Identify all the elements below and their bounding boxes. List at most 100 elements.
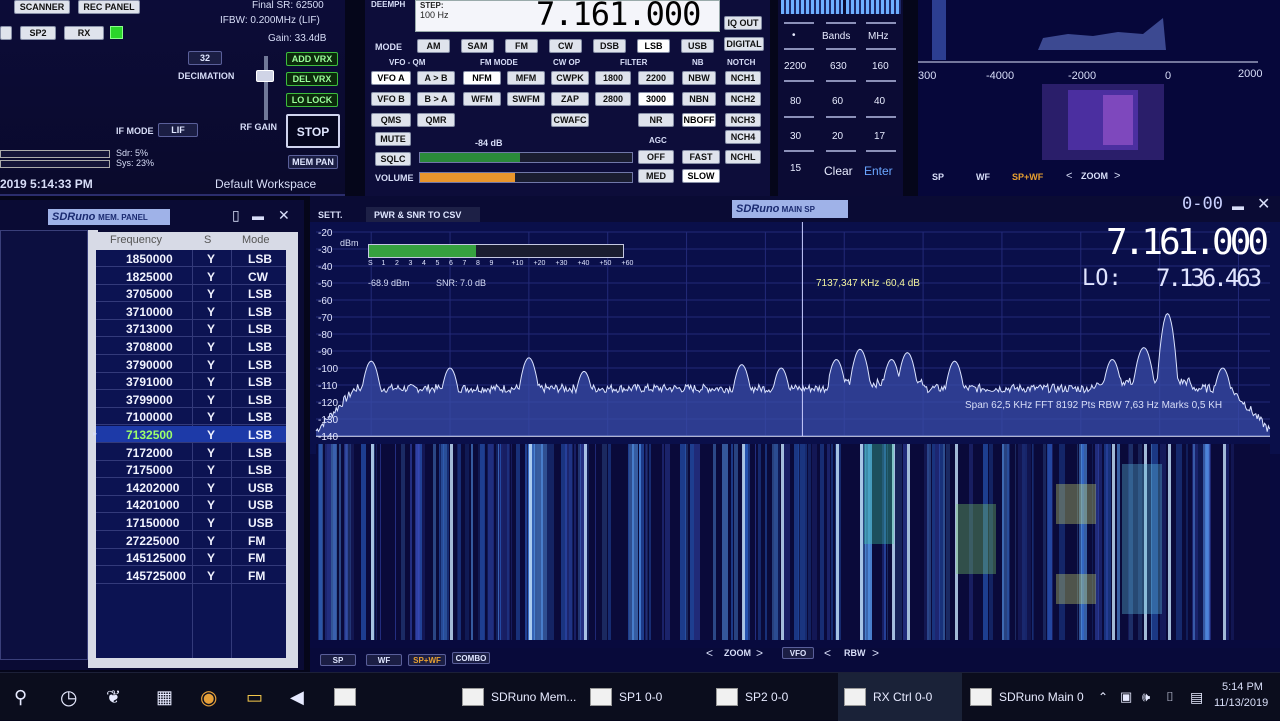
rx-button[interactable]: RX — [64, 26, 104, 40]
rec-panel-button[interactable]: REC PANEL — [78, 0, 140, 14]
enter-button[interactable]: Enter — [864, 164, 893, 178]
table-row[interactable]: 1825000 Y CW — [96, 268, 286, 285]
rbw-left-icon[interactable]: < — [824, 646, 831, 660]
clock-app-icon[interactable]: ◷ — [60, 673, 77, 721]
digital-button[interactable]: DIGITAL — [724, 37, 764, 51]
lo-lock-button[interactable]: LO LOCK — [286, 93, 338, 107]
table-row[interactable]: 3708000 Y LSB — [96, 338, 286, 355]
table-row[interactable]: 7132500 Y LSB — [96, 426, 286, 443]
if-mode-value[interactable]: LIF — [158, 123, 198, 137]
step-value[interactable]: 100 Hz — [420, 10, 449, 20]
sp1-tab-spwf[interactable]: SP+WF — [1012, 172, 1043, 182]
filter-3000-button[interactable]: 3000 — [638, 92, 674, 106]
table-row[interactable]: 14201000 Y USB — [96, 496, 286, 514]
table-row[interactable]: 3710000 Y LSB — [96, 303, 286, 320]
tray-app-icon[interactable]: ▣ — [1120, 673, 1132, 721]
fm-wfm-button[interactable]: WFM — [463, 92, 501, 106]
mainsp-minimize-icon[interactable]: ▬ — [1232, 199, 1244, 213]
search-icon[interactable]: ⚲ — [14, 673, 27, 721]
task-sp1[interactable]: SP1 0-0 — [590, 673, 662, 721]
col-mode[interactable]: Mode — [242, 234, 270, 246]
mode-sam-button[interactable]: SAM — [461, 39, 494, 53]
calculator-icon[interactable]: ▦ — [156, 673, 173, 721]
sp2-button[interactable]: SP2 — [20, 26, 56, 40]
mode-usb-button[interactable]: USB — [681, 39, 714, 53]
col-s[interactable]: S — [204, 234, 211, 246]
volume-bar[interactable] — [419, 172, 633, 183]
volume-icon[interactable]: 🕪 — [1142, 673, 1150, 721]
task-sp2[interactable]: SP2 0-0 — [716, 673, 788, 721]
table-row[interactable]: 145725000 Y FM — [96, 567, 286, 584]
agc-off-button[interactable]: OFF — [638, 150, 674, 164]
filter-2200-button[interactable]: 2200 — [638, 71, 674, 85]
mode-cw-button[interactable]: CW — [549, 39, 582, 53]
add-vrx-button[interactable]: ADD VRX — [286, 52, 338, 66]
mode-am-button[interactable]: AM — [417, 39, 450, 53]
vrx-button[interactable] — [0, 26, 12, 40]
nbw-button[interactable]: NBW — [682, 71, 716, 85]
table-row[interactable]: 17150000 Y USB — [96, 514, 286, 531]
mode-fm-button[interactable]: FM — [505, 39, 538, 53]
mainsp-close-icon[interactable]: ✕ — [1257, 194, 1270, 214]
key-80[interactable]: 80 — [790, 96, 801, 107]
agc-slow-button[interactable]: SLOW — [682, 169, 720, 183]
fm-swfm-button[interactable]: SWFM — [507, 92, 545, 106]
file-explorer-icon[interactable]: ▭ — [246, 673, 263, 721]
mem-close-icon[interactable]: ✕ — [278, 207, 290, 224]
agc-fast-button[interactable]: FAST — [682, 150, 720, 164]
table-row[interactable]: 27225000 Y FM — [96, 532, 286, 549]
iq-out-button[interactable]: IQ OUT — [724, 16, 762, 30]
user-app-icon[interactable]: ❦ — [106, 673, 121, 721]
table-row[interactable]: 7175000 Y LSB — [96, 461, 286, 479]
sdruno-app-icon[interactable] — [334, 673, 363, 721]
key-630[interactable]: 630 — [830, 61, 847, 72]
clear-button[interactable]: Clear — [824, 164, 853, 178]
vfo-b-button[interactable]: VFO B — [371, 92, 411, 106]
sp1-zoom-right-icon[interactable]: > — [1114, 170, 1120, 182]
filter-2800-button[interactable]: 2800 — [595, 92, 631, 106]
del-vrx-button[interactable]: DEL VRX — [286, 72, 338, 86]
tab-sp[interactable]: SP — [320, 654, 356, 666]
nbn-button[interactable]: NBN — [682, 92, 716, 106]
decimation-value[interactable]: 32 — [188, 51, 222, 65]
table-row[interactable]: 3713000 Y LSB — [96, 320, 286, 338]
tab-wf[interactable]: WF — [366, 654, 402, 666]
table-row[interactable]: 3790000 Y LSB — [96, 356, 286, 373]
nboff-button[interactable]: NBOFF — [682, 113, 716, 127]
table-row[interactable]: 3799000 Y LSB — [96, 391, 286, 408]
nch1-button[interactable]: NCH1 — [725, 71, 761, 85]
sqlc-button[interactable]: SQLC — [375, 152, 411, 166]
col-frequency[interactable]: Frequency — [110, 234, 162, 246]
sett-button[interactable]: SETT. — [318, 210, 343, 220]
sp1-spectrum[interactable] — [918, 0, 1280, 196]
mem-minimize-icon[interactable]: ▬ — [252, 209, 264, 223]
vfo-button[interactable]: VFO — [782, 647, 814, 659]
frequency-readout[interactable]: 7.161.000 — [536, 0, 701, 33]
mode-lsb-button[interactable]: LSB — [637, 39, 670, 53]
tray-chevron-icon[interactable]: ⌃ — [1098, 673, 1108, 721]
key-2200[interactable]: 2200 — [784, 61, 806, 72]
nr-button[interactable]: NR — [638, 113, 674, 127]
mode-dsb-button[interactable]: DSB — [593, 39, 626, 53]
key-30[interactable]: 30 — [790, 131, 801, 142]
waterfall-display[interactable] — [316, 444, 1270, 640]
table-row[interactable]: 145125000 Y FM — [96, 549, 286, 567]
mem-pan-button[interactable]: MEM PAN — [288, 155, 338, 169]
sp1-zoom-left-icon[interactable]: < — [1066, 170, 1072, 182]
table-row[interactable]: 3791000 Y LSB — [96, 373, 286, 391]
zoom-left-icon[interactable]: < — [706, 646, 713, 660]
nchl-button[interactable]: NCHL — [725, 150, 761, 164]
zap-button[interactable]: ZAP — [551, 92, 589, 106]
speaker-app-icon[interactable]: ◀ — [290, 673, 304, 721]
table-row[interactable]: 3705000 Y LSB — [96, 285, 286, 303]
filter-1800-button[interactable]: 1800 — [595, 71, 631, 85]
mem-titlebar[interactable]: SDRuno MEM. PANEL ▯ ▬ ✕ — [0, 200, 304, 230]
cwpk-button[interactable]: CWPK — [551, 71, 589, 85]
cwafc-button[interactable]: CWAFC — [551, 113, 589, 127]
mute-button[interactable]: MUTE — [375, 132, 411, 146]
network-icon[interactable]: ⌷ — [1166, 673, 1174, 721]
scanner-button[interactable]: SCANNER — [14, 0, 70, 14]
mem-scrollbar[interactable] — [286, 232, 298, 660]
table-row[interactable]: 14202000 Y USB — [96, 479, 286, 496]
key-160[interactable]: 160 — [872, 61, 889, 72]
